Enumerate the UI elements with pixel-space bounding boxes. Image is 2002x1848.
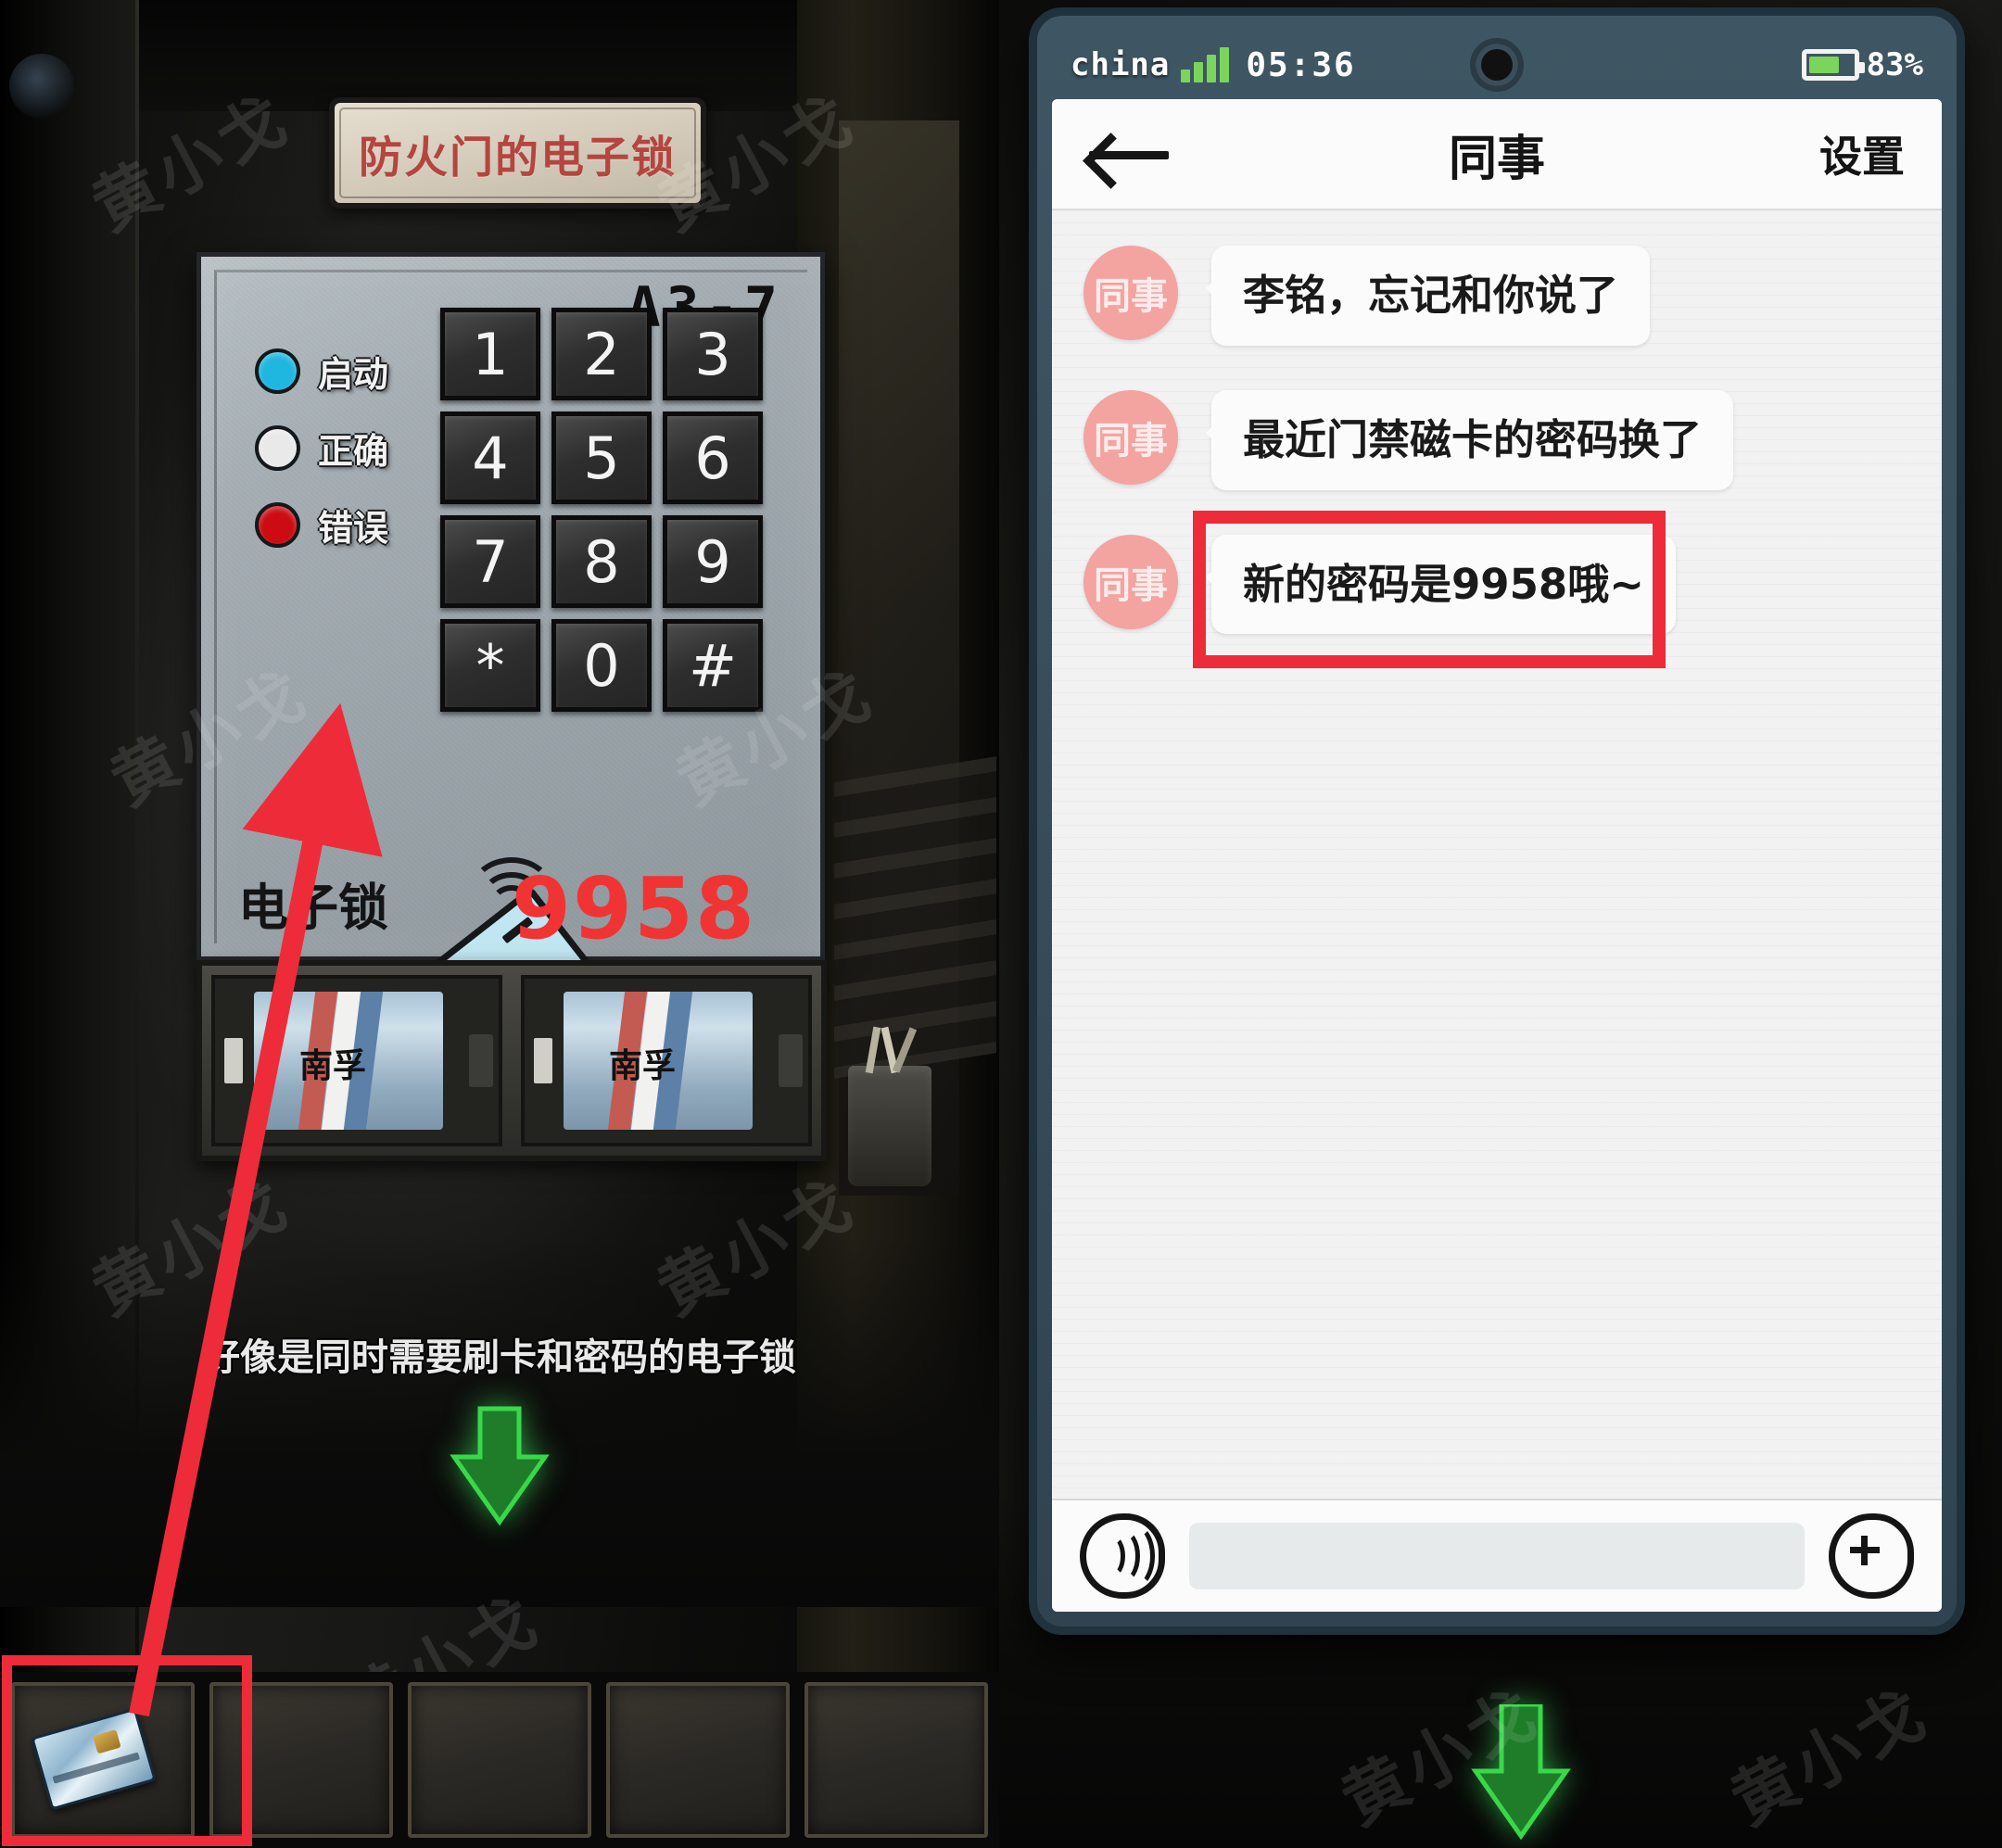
scene-caption: 好像是同时需要刷卡和密码的电子锁 bbox=[203, 1336, 796, 1379]
inventory-slot-3[interactable] bbox=[408, 1682, 591, 1838]
chat-message-list[interactable]: 同事 李铭，忘记和你说了 同事 最近门禁磁卡的密码换了 同事 新的密码是9958… bbox=[1052, 210, 1942, 1499]
chat-title: 同事 bbox=[1448, 131, 1546, 187]
key-3[interactable]: 3 bbox=[663, 308, 763, 400]
avatar[interactable]: 同事 bbox=[1083, 389, 1178, 485]
message-bubble[interactable]: 新的密码是9958哦~ bbox=[1206, 534, 1676, 635]
battery-positive-terminal-2 bbox=[779, 1034, 803, 1087]
led-error-icon bbox=[255, 502, 300, 548]
indicator-error-label: 错误 bbox=[318, 508, 389, 549]
exit-down-arrow-icon[interactable] bbox=[449, 1399, 551, 1534]
key-5[interactable]: 5 bbox=[551, 411, 652, 504]
electronic-lock-panel[interactable]: A3-7 启动 正确 错误 bbox=[196, 252, 825, 1046]
password-annotation: 9958 bbox=[512, 859, 757, 958]
signal-strength-icon bbox=[1181, 47, 1230, 82]
key-0[interactable]: 0 bbox=[551, 619, 652, 712]
chat-message-row: 同事 最近门禁磁卡的密码换了 bbox=[1083, 389, 1910, 490]
indicator-error: 错误 bbox=[255, 500, 388, 551]
inventory-slot-4[interactable] bbox=[606, 1682, 790, 1838]
settings-button[interactable]: 设置 bbox=[1819, 123, 1905, 184]
battery-cell-1[interactable]: 南孚 bbox=[211, 975, 502, 1146]
indicator-correct-label: 正确 bbox=[318, 431, 389, 472]
phone-scene-panel: china 05:36 83% 同事 设置 同事 李铭，忘记和你说了 同事 最近… bbox=[999, 0, 2002, 1848]
indicator-start-label: 启动 bbox=[318, 354, 389, 395]
scene-title-plate: 防火门的电子锁 bbox=[329, 97, 706, 209]
battery-body-2: 南孚 bbox=[564, 992, 753, 1130]
battery-negative-terminal bbox=[224, 1037, 243, 1084]
key-1[interactable]: 1 bbox=[440, 308, 540, 400]
key-8[interactable]: 8 bbox=[551, 515, 652, 608]
inventory-slot-5[interactable] bbox=[805, 1682, 988, 1838]
lock-name-text: 电子锁 bbox=[238, 879, 388, 937]
key-2[interactable]: 2 bbox=[551, 308, 652, 400]
battery-cell-2[interactable]: 南孚 bbox=[521, 975, 812, 1146]
key-hash[interactable]: # bbox=[663, 619, 763, 712]
front-camera-icon bbox=[1470, 38, 1524, 92]
key-4[interactable]: 4 bbox=[440, 411, 540, 504]
led-start-icon bbox=[255, 348, 300, 394]
battery-positive-terminal bbox=[469, 1034, 493, 1087]
indicator-light-group: 启动 正确 错误 bbox=[255, 346, 388, 576]
chat-app-header: 同事 设置 bbox=[1052, 99, 1942, 210]
carrier-label: china bbox=[1071, 46, 1171, 83]
battery-level-fill bbox=[1808, 57, 1839, 73]
message-bubble[interactable]: 李铭，忘记和你说了 bbox=[1205, 246, 1651, 346]
message-bubble[interactable]: 最近门禁磁卡的密码换了 bbox=[1205, 389, 1734, 490]
indicator-correct: 正确 bbox=[255, 423, 388, 474]
battery-compartment[interactable]: 南孚 南孚 bbox=[196, 960, 827, 1161]
screenshot-root: 防火门的电子锁 A3-7 启动 正确 错误 bbox=[0, 0, 2002, 1848]
battery-negative-terminal-2 bbox=[534, 1037, 552, 1084]
game-scene-panel: 防火门的电子锁 A3-7 启动 正确 错误 bbox=[0, 0, 999, 1848]
plus-circle-icon[interactable] bbox=[1829, 1513, 1914, 1599]
phone-scene-down-arrow-icon[interactable] bbox=[1470, 1702, 1572, 1848]
led-correct-icon bbox=[255, 425, 300, 471]
scene-title-text: 防火门的电子锁 bbox=[359, 132, 677, 184]
battery-indicator: 83% bbox=[1801, 46, 1923, 83]
battery-icon bbox=[1801, 49, 1865, 81]
key-9[interactable]: 9 bbox=[663, 515, 763, 608]
avatar[interactable]: 同事 bbox=[1083, 246, 1178, 340]
battery-label-2: 南孚 bbox=[608, 1046, 676, 1085]
phone-screen: 同事 设置 同事 李铭，忘记和你说了 同事 最近门禁磁卡的密码换了 同事 新的密… bbox=[1052, 99, 1942, 1612]
indicator-start: 启动 bbox=[255, 346, 388, 397]
battery-percent-label: 83% bbox=[1866, 46, 1923, 83]
inventory-highlight-box bbox=[2, 1655, 252, 1846]
battery-label-1: 南孚 bbox=[298, 1046, 366, 1085]
chat-message-row-highlighted: 同事 新的密码是9958哦~ bbox=[1083, 510, 1910, 668]
message-text: 最近门禁磁卡的密码换了 bbox=[1243, 414, 1703, 464]
message-text: 新的密码是9958哦~ bbox=[1243, 559, 1644, 609]
trash-bin[interactable] bbox=[848, 1066, 931, 1186]
corner-light-glow bbox=[9, 54, 74, 119]
key-7[interactable]: 7 bbox=[440, 515, 540, 608]
keypad-grid[interactable]: 1 2 3 4 5 6 7 8 9 * 0 # bbox=[440, 308, 770, 712]
back-arrow-icon[interactable] bbox=[1089, 130, 1169, 178]
battery-body-1: 南孚 bbox=[254, 992, 443, 1130]
message-text: 李铭，忘记和你说了 bbox=[1243, 271, 1619, 320]
phone-status-bar: china 05:36 83% bbox=[1052, 31, 1942, 99]
status-clock: 05:36 bbox=[1246, 45, 1356, 84]
message-input[interactable] bbox=[1189, 1523, 1805, 1589]
voice-message-icon[interactable] bbox=[1080, 1513, 1165, 1599]
chat-message-row: 同事 李铭，忘记和你说了 bbox=[1083, 246, 1910, 346]
phone-device: china 05:36 83% 同事 设置 同事 李铭，忘记和你说了 同事 最近… bbox=[1029, 7, 1965, 1635]
key-star[interactable]: * bbox=[440, 619, 540, 712]
chat-input-bar bbox=[1052, 1499, 1942, 1612]
key-6[interactable]: 6 bbox=[663, 411, 763, 504]
avatar[interactable]: 同事 bbox=[1083, 534, 1178, 629]
